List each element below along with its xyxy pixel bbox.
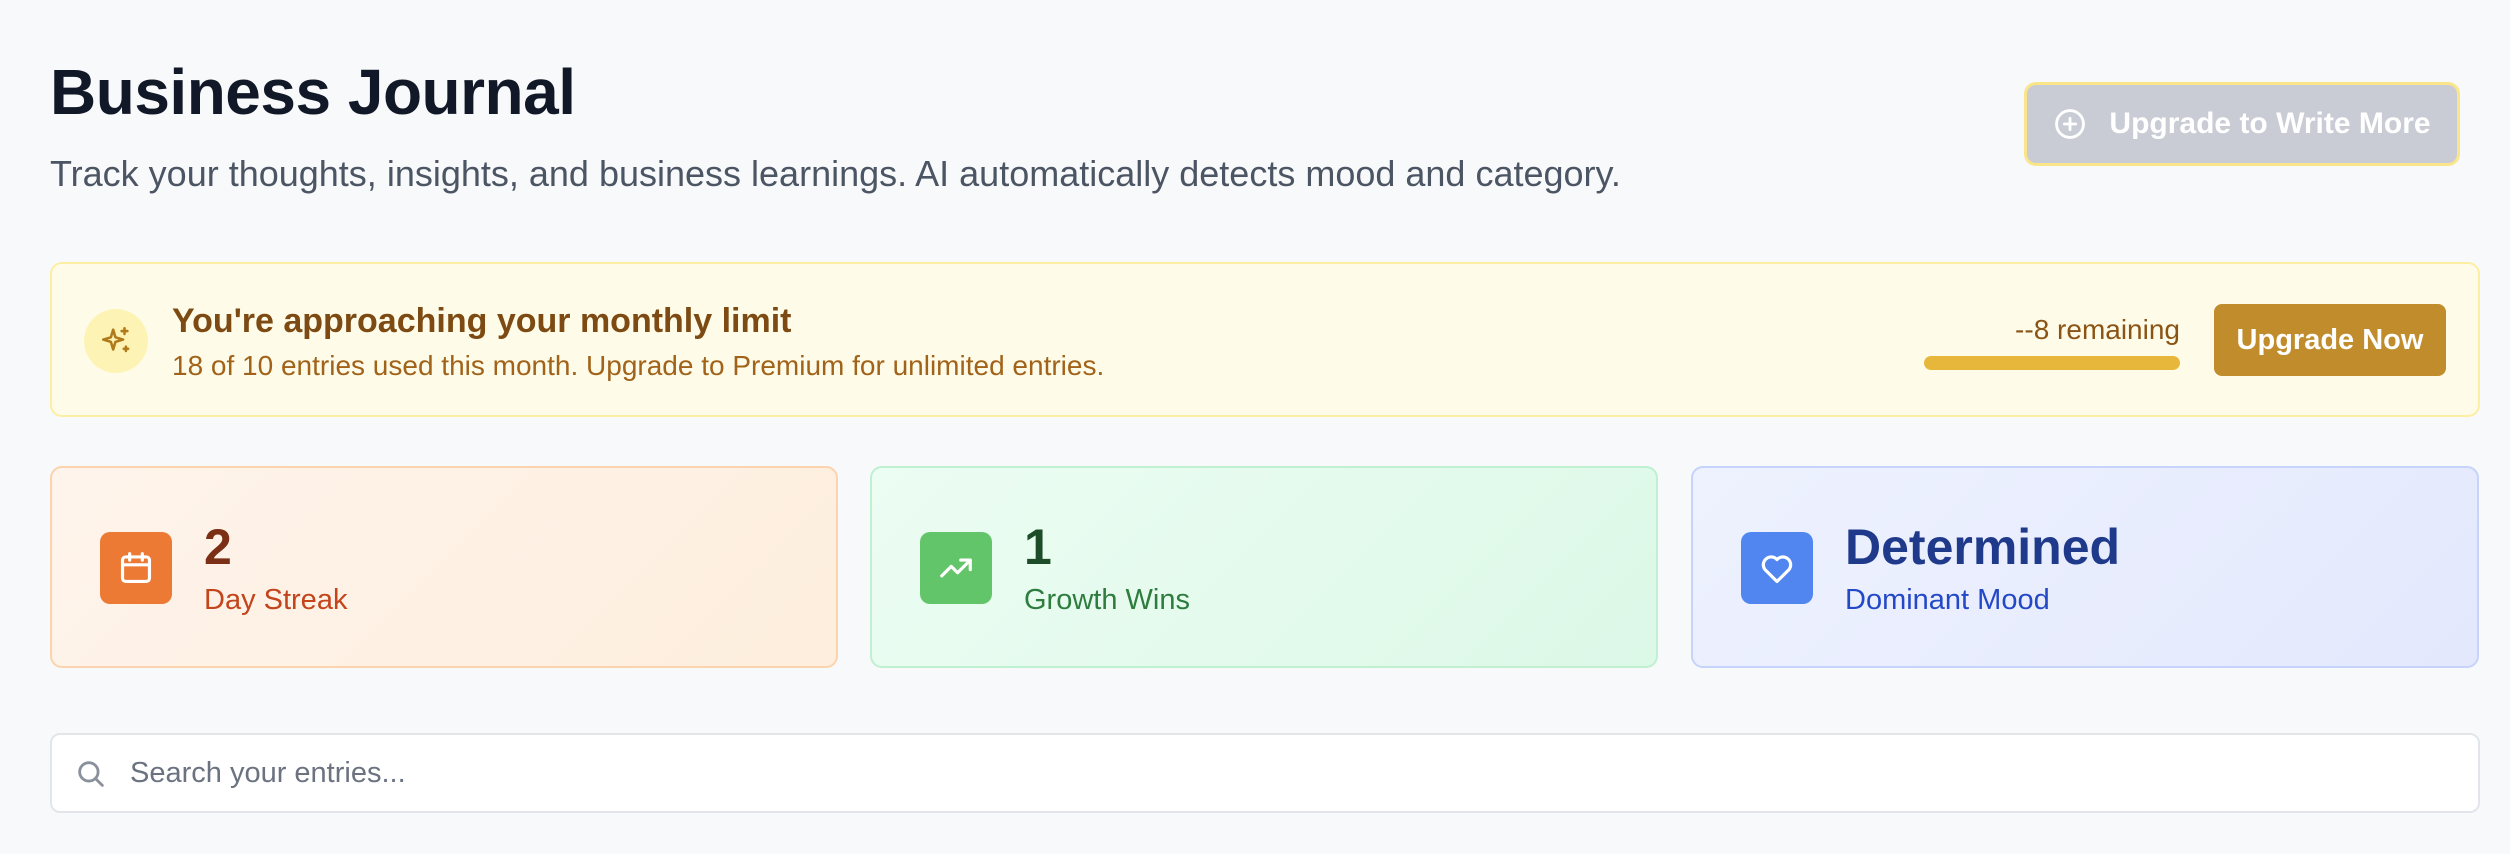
day-streak-card: 2 Day Streak [50, 466, 838, 668]
heart-icon [1741, 532, 1813, 604]
sparkles-icon [84, 309, 148, 373]
entries-remaining-text: --8 remaining [2015, 314, 2180, 345]
calendar-icon [100, 532, 172, 604]
journal-page: Business Journal Track your thoughts, in… [0, 0, 2510, 854]
page-header: Business Journal Track your thoughts, in… [50, 54, 2460, 204]
monthly-limit-banner: You're approaching your monthly limit 18… [50, 262, 2480, 417]
growth-wins-label: Growth Wins [1024, 584, 1190, 616]
upgrade-to-write-more-label: Upgrade to Write More [2109, 107, 2431, 140]
upgrade-to-write-more-button[interactable]: Upgrade to Write More [2024, 82, 2460, 166]
dominant-mood-card: Determined Dominant Mood [1691, 466, 2479, 668]
trending-up-icon [920, 532, 992, 604]
plus-circle-icon [2053, 107, 2087, 141]
usage-progress-fill [1924, 356, 2180, 370]
limit-banner-description: 18 of 10 entries used this month. Upgrad… [172, 350, 1105, 381]
usage-progress-bar [1924, 356, 2180, 370]
search-input[interactable] [130, 735, 2450, 811]
search-box [50, 733, 2480, 813]
growth-wins-value: 1 [1024, 519, 1052, 575]
search-icon [74, 757, 108, 791]
growth-wins-card: 1 Growth Wins [870, 466, 1658, 668]
dominant-mood-label: Dominant Mood [1845, 584, 2050, 616]
upgrade-now-button[interactable]: Upgrade Now [2214, 304, 2446, 376]
page-subtitle: Track your thoughts, insights, and busin… [50, 153, 1621, 194]
dominant-mood-value: Determined [1845, 519, 2121, 575]
day-streak-value: 2 [204, 519, 232, 575]
limit-banner-title: You're approaching your monthly limit [172, 302, 792, 340]
day-streak-label: Day Streak [204, 584, 348, 616]
